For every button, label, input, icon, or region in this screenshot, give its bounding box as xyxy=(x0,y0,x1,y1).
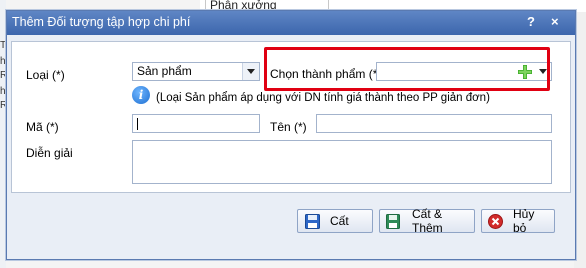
save-icon xyxy=(304,213,320,229)
red-highlight-box xyxy=(264,47,550,91)
left-fragment: h xyxy=(0,56,6,67)
save-and-add-button[interactable]: Cất & Thêm xyxy=(379,207,475,235)
loai-label: Loại (*) xyxy=(26,68,65,82)
dien-giai-label: Diễn giải xyxy=(26,146,73,160)
text-caret xyxy=(137,118,138,130)
save-label: Cất xyxy=(330,214,349,228)
ma-input[interactable] xyxy=(132,114,260,133)
dialog-title: Thêm Đối tượng tập hợp chi phí xyxy=(12,15,191,29)
cancel-button[interactable]: Hủy bỏ xyxy=(481,207,555,235)
loai-note: (Loại Sản phẩm áp dụng với DN tính giá t… xyxy=(156,92,490,104)
ten-input[interactable] xyxy=(316,114,552,133)
save-button[interactable]: Cất xyxy=(297,209,373,233)
left-fragment: h xyxy=(0,86,6,97)
cancel-icon xyxy=(488,213,503,229)
loai-value: Sản phẩm xyxy=(137,64,192,78)
help-button[interactable]: ? xyxy=(527,14,535,29)
save-and-add-label: Cất & Thêm xyxy=(412,207,443,235)
info-icon: i xyxy=(132,86,150,104)
ten-label: Tên (*) xyxy=(270,120,307,134)
save-add-icon xyxy=(386,213,402,229)
chevron-down-icon xyxy=(247,69,255,74)
loai-combobox[interactable]: Sản phẩm xyxy=(132,62,260,81)
dialog-titlebar[interactable]: Thêm Đối tượng tập hợp chi phí ? × xyxy=(7,11,575,35)
cancel-label: Hủy bỏ xyxy=(513,207,535,235)
ma-label: Mã (*) xyxy=(26,120,59,134)
dien-giai-textarea[interactable] xyxy=(132,140,552,184)
loai-dropdown-button[interactable] xyxy=(242,63,259,80)
close-button[interactable]: × xyxy=(551,14,559,29)
